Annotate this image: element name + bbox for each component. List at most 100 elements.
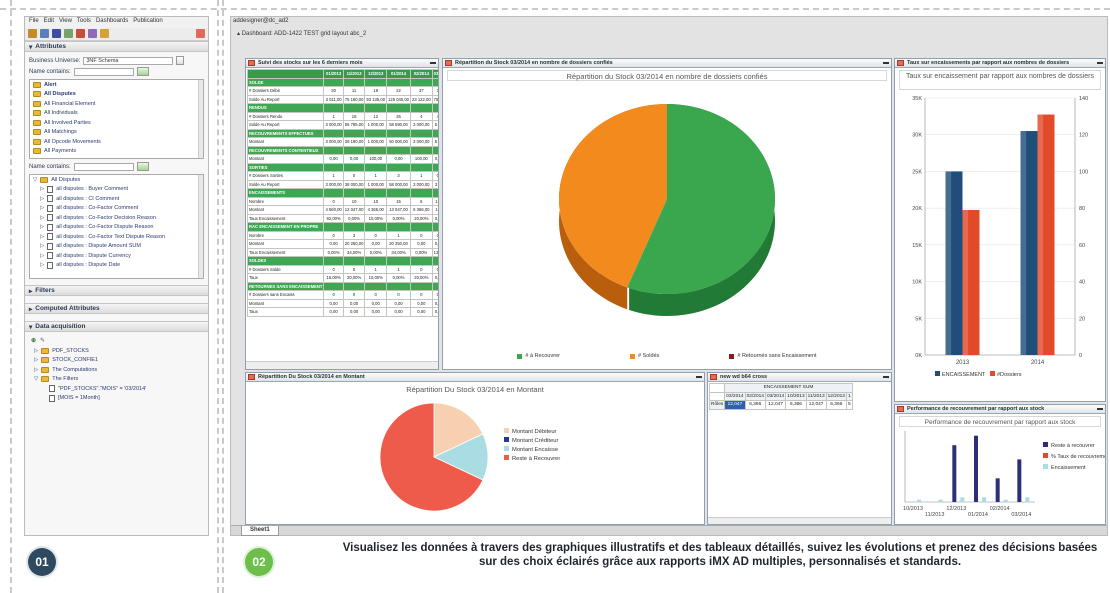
minimize-icon[interactable] <box>1097 61 1103 64</box>
universe-item[interactable]: Alert <box>30 80 203 90</box>
menu-item-publication[interactable]: Publication <box>133 18 162 27</box>
folder-icon <box>33 148 41 155</box>
perf-chart: 10/201311/201312/201301/201402/201403/20… <box>903 431 1110 518</box>
search-button[interactable] <box>136 67 149 76</box>
scrollbar[interactable] <box>198 175 203 278</box>
tree-item[interactable]: ▷ all disputes : Dispute Currency <box>30 251 203 261</box>
window-title-bar[interactable]: Performance de recouvrement par rapport … <box>895 405 1105 414</box>
data-acq-section-header[interactable]: ▾ Data acquisition <box>25 321 208 332</box>
window-title-bar[interactable]: Répartition du Stock 03/2014 en nombre d… <box>443 59 891 68</box>
data-acq-title: Data acquisition <box>35 323 86 330</box>
save-icon[interactable] <box>40 29 49 38</box>
menu-item-file[interactable]: File <box>29 18 39 27</box>
table-cell <box>410 256 433 266</box>
tree-item[interactable]: ▷ all disputes : Co-Factor Text Dispute R… <box>30 232 203 242</box>
table-cell: 0,00 <box>342 154 366 164</box>
window-title-bar[interactable]: Suivi des stocks sur les 6 derniers mois <box>246 59 438 68</box>
menu-item-view[interactable]: View <box>59 18 72 27</box>
cross-cell: 12,047 <box>724 400 746 410</box>
attributes-section-header[interactable]: ▾ Attributes <box>25 41 208 52</box>
menu-item-tools[interactable]: Tools <box>77 18 91 27</box>
tree-item[interactable]: ▷ all disputes : Dispute Amount SUM <box>30 242 203 252</box>
universe-item[interactable]: All Involved Parties <box>30 118 203 128</box>
business-universe-select[interactable]: 3NF Schema <box>83 56 174 65</box>
window-title: Taux sur encaissements par rapport aux n… <box>907 60 1070 66</box>
horizontal-scrollbar[interactable] <box>708 517 891 524</box>
legend-swatch <box>1043 442 1048 447</box>
tree-item[interactable]: ▷ all disputes : Co-Factor Dispute Reason <box>30 223 203 233</box>
table-cell: 0,0 <box>431 213 438 223</box>
expand-icon: ▷ <box>34 347 39 354</box>
table-cell: 0,00 <box>342 307 366 317</box>
acq-item[interactable]: ▷ The Computations <box>31 365 202 375</box>
table-row: # Dossiers Rendu 1 15 12 25 4 4 <box>246 111 438 121</box>
minimize-icon[interactable] <box>430 61 436 64</box>
acq-item[interactable]: ▽ The Filters <box>31 375 202 385</box>
horizontal-scrollbar[interactable] <box>246 361 438 369</box>
print-icon[interactable] <box>52 29 61 38</box>
tree-root[interactable]: ▽ All Disputes <box>30 175 203 185</box>
chart-icon[interactable] <box>76 29 85 38</box>
tree-item-label: all disputes : Co-Factor Dispute Reason <box>56 224 154 231</box>
legend-label: Reste à Recouvrer <box>512 456 560 462</box>
chevron-down-icon[interactable] <box>176 56 185 65</box>
help-icon[interactable] <box>196 29 205 38</box>
tree-item[interactable]: ▷ all disputes : Co-Factor Comment <box>30 204 203 214</box>
tree-item[interactable]: ▷ all disputes : Buyer Comment <box>30 185 203 195</box>
universe-item[interactable]: All Disputes <box>30 90 203 100</box>
filters-section-header[interactable]: ▸ Filters <box>25 285 208 296</box>
edit-icon[interactable]: ✎ <box>40 337 45 344</box>
name-contains-input-2[interactable] <box>73 162 134 171</box>
table-cell: 0 <box>342 171 366 181</box>
universe-item[interactable]: All Financial Element <box>30 99 203 109</box>
table-icon[interactable] <box>64 29 73 38</box>
universe-item[interactable]: All Opcode Movements <box>30 137 203 147</box>
universe-item[interactable]: All Payments <box>30 147 203 157</box>
dashboard-tab[interactable]: ▴ Dashboard: ADD-1422 TEST grid layout a… <box>237 30 366 37</box>
minimize-icon[interactable] <box>1097 407 1103 410</box>
designer-left-panel: File Edit View Tools Dashboards Publication ▾… <box>24 16 209 536</box>
cross-column-header: 12/2013 <box>825 391 847 401</box>
bars-window: Taux sur encaissements par rapport aux n… <box>894 58 1106 402</box>
window-title-bar[interactable]: new wd b64 cross <box>708 373 891 382</box>
tree-item[interactable]: ▷ all disputes : Co-Factor Decision Reaso… <box>30 213 203 223</box>
export-icon[interactable] <box>88 29 97 38</box>
attribute-icon <box>47 233 54 241</box>
universe-list[interactable]: Alert All Disputes All Financial Element Al… <box>29 79 204 159</box>
minimize-icon[interactable] <box>883 375 889 378</box>
minimize-icon[interactable] <box>696 375 702 378</box>
row-label: SOLDE <box>246 77 325 87</box>
tree-item[interactable]: ▷ all disputes : CI Comment <box>30 194 203 204</box>
universe-item-label: Alert <box>44 81 57 88</box>
scrollbar[interactable] <box>198 80 203 158</box>
table-cell: 12 <box>364 111 388 121</box>
attribute-tree[interactable]: ▽ All Disputes ▷ all disputes : Buyer Com… <box>29 174 204 279</box>
table-cell: 0,00 <box>386 154 412 164</box>
folder-icon <box>41 366 50 373</box>
filter-condition[interactable]: "PDF_STOCKS"."MOIS" = '03/2014' <box>31 384 202 394</box>
table-cell: 0,0 <box>431 239 438 249</box>
tree-item[interactable]: ▷ all disputes : Dispute Date <box>30 261 203 271</box>
name-contains-input[interactable] <box>73 67 134 76</box>
open-icon[interactable] <box>28 29 37 38</box>
folder-icon <box>33 129 41 136</box>
computed-section-header[interactable]: ▸ Computed Attributes <box>25 303 208 314</box>
search-button-2[interactable] <box>136 162 149 171</box>
settings-icon[interactable] <box>100 29 109 38</box>
menu-item-dashboards[interactable]: Dashboards <box>96 18 128 27</box>
acq-item[interactable]: ▷ PDF_STOCKS <box>31 346 202 356</box>
menu-item-edit[interactable]: Edit <box>44 18 54 27</box>
acq-item[interactable]: ▷ STOCK_CONFIE1 <box>31 356 202 366</box>
window-title-bar[interactable]: Répartition Du Stock 03/2014 en Montant <box>246 373 704 382</box>
window-title-bar[interactable]: Taux sur encaissements par rapport aux n… <box>895 59 1105 68</box>
filter-condition[interactable]: [MOIS = 1Month] <box>31 394 202 404</box>
table-cell <box>364 188 388 198</box>
universe-item[interactable]: All Matchings <box>30 128 203 138</box>
sheet-tab[interactable]: Sheet1 <box>241 526 279 536</box>
minimize-icon[interactable] <box>883 61 889 64</box>
table-cell: 0 <box>410 264 433 274</box>
acq-item-label: PDF_STOCKS <box>52 347 89 354</box>
add-icon[interactable]: ⊕ <box>31 337 36 344</box>
universe-item[interactable]: All Individuals <box>30 109 203 119</box>
table-row: Taux Encaissement 0,00% 34,00% 0,00% 34,00% 0… <box>246 247 438 257</box>
